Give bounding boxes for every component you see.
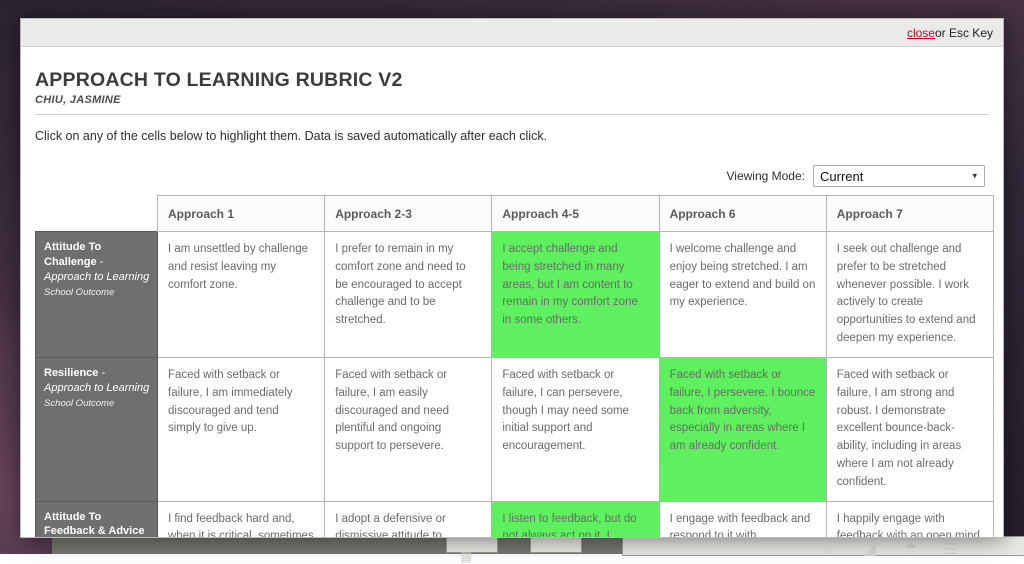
row-header-attitude-to-challenge: Attitude To Challenge - Approach to Lear… xyxy=(36,232,158,358)
rubric-corner-cell xyxy=(36,196,158,232)
rubric-table-body: Attitude To Challenge - Approach to Lear… xyxy=(36,232,994,539)
grid-icon: ▦ xyxy=(460,550,472,563)
rubric-cell-r2-c1[interactable]: Faced with setback or failure, I am imme… xyxy=(158,357,325,501)
column-header-approach-6: Approach 6 xyxy=(659,196,826,232)
rubric-cell-text: Faced with setback or failure, I am easi… xyxy=(335,369,449,452)
rubric-cell-r3-c5[interactable]: I happily engage with feedback with an o… xyxy=(826,501,993,538)
rubric-cell-r1-c3[interactable]: I accept challenge and being stretched i… xyxy=(492,232,659,358)
rubric-cell-r1-c1[interactable]: I am unsettled by challenge and resist l… xyxy=(158,232,325,358)
rubric-cell-text: Faced with setback or failure, I can per… xyxy=(502,369,629,452)
title-block: APPROACH TO LEARNING RUBRIC V2 CHIU, JAS… xyxy=(35,69,989,115)
rubric-cell-r2-c4[interactable]: Faced with setback or failure, I perseve… xyxy=(659,357,826,501)
column-header-approach-2-3: Approach 2-3 xyxy=(325,196,492,232)
row-header-outcome: School Outcome xyxy=(44,287,150,300)
rubric-cell-text: I happily engage with feedback with an o… xyxy=(837,513,980,538)
row-header-outcome: School Outcome xyxy=(44,398,150,411)
column-header-approach-1: Approach 1 xyxy=(158,196,325,232)
rubric-table-head: Approach 1 Approach 2-3 Approach 4-5 App… xyxy=(36,196,994,232)
rubric-cell-text: I listen to feedback, but do not always … xyxy=(502,513,636,538)
underlying-field-b[interactable] xyxy=(530,537,582,553)
rubric-table-wrapper: Approach 1 Approach 2-3 Approach 4-5 App… xyxy=(35,195,989,538)
clock-icon[interactable]: ○ xyxy=(822,542,831,557)
rubric-cell-r3-c2[interactable]: I adopt a defensive or dismissive attitu… xyxy=(325,501,492,538)
title-divider xyxy=(35,114,989,115)
chevron-down-icon: ▾ xyxy=(972,172,977,181)
rubric-cell-r3-c3[interactable]: I listen to feedback, but do not always … xyxy=(492,501,659,538)
viewing-mode-value: Current xyxy=(820,169,863,184)
rubric-cell-r3-c1[interactable]: I find feedback hard and, when it is cri… xyxy=(158,501,325,538)
rubric-row: Attitude To Feedback & Advice - Approach… xyxy=(36,501,994,538)
rubric-cell-text: I welcome challenge and enjoy being stre… xyxy=(670,243,816,308)
rubric-cell-text: Faced with setback or failure, I am imme… xyxy=(168,369,293,434)
bank-icon[interactable]: ☰ xyxy=(944,542,957,557)
row-header-name: Attitude To Challenge xyxy=(44,241,101,268)
rubric-cell-r2-c5[interactable]: Faced with setback or failure, I am stro… xyxy=(826,357,993,501)
column-header-approach-7: Approach 7 xyxy=(826,196,993,232)
modal-header-bar: close or Esc Key xyxy=(21,19,1003,47)
rubric-cell-r1-c5[interactable]: I seek out challenge and prefer to be st… xyxy=(826,232,993,358)
rubric-cell-text: I am unsettled by challenge and resist l… xyxy=(168,243,308,291)
people-icon[interactable]: ☂ xyxy=(904,542,917,557)
instructions-text: Click on any of the cells below to highl… xyxy=(35,129,989,143)
rubric-cell-text: Faced with setback or failure, I am stro… xyxy=(837,369,961,488)
rubric-cell-r1-c4[interactable]: I welcome challenge and enjoy being stre… xyxy=(659,232,826,358)
underlying-app-canvas: ▦ ICT00-2 ○ ◢ ☂ ☰ xyxy=(52,536,1024,554)
rubric-modal: close or Esc Key APPROACH TO LEARNING RU… xyxy=(20,18,1004,538)
rubric-row: Resilience - Approach to LearningSchool … xyxy=(36,357,994,501)
rubric-table: Approach 1 Approach 2-3 Approach 4-5 App… xyxy=(35,195,994,538)
student-name: CHIU, JASMINE xyxy=(35,94,989,106)
rubric-cell-text: I adopt a defensive or dismissive attitu… xyxy=(335,513,469,538)
underlying-app-page: ▦ ICT00-2 ○ ◢ ☂ ☰ xyxy=(52,536,1024,554)
rubric-cell-text: I prefer to remain in my comfort zone an… xyxy=(335,243,465,326)
row-header-area: Approach to Learning xyxy=(44,271,149,283)
rubric-cell-text: Faced with setback or failure, I perseve… xyxy=(670,369,816,452)
row-header-name: Resilience xyxy=(44,367,98,379)
rubric-row: Attitude To Challenge - Approach to Lear… xyxy=(36,232,994,358)
rubric-cell-r1-c2[interactable]: I prefer to remain in my comfort zone an… xyxy=(325,232,492,358)
viewing-mode-label: Viewing Mode: xyxy=(727,169,806,183)
rubric-cell-text: I accept challenge and being stretched i… xyxy=(502,243,638,326)
column-header-approach-4-5: Approach 4-5 xyxy=(492,196,659,232)
row-header-name: Attitude To Feedback & Advice xyxy=(44,511,144,538)
rubric-cell-text: I find feedback hard and, when it is cri… xyxy=(168,513,314,538)
rubric-cell-r3-c4[interactable]: I engage with feedback and respond to it… xyxy=(659,501,826,538)
modal-body: APPROACH TO LEARNING RUBRIC V2 CHIU, JAS… xyxy=(21,47,1003,538)
viewing-mode-row: Viewing Mode: Current ▾ xyxy=(35,165,989,187)
close-hint-text: or Esc Key xyxy=(935,26,993,40)
rubric-cell-r2-c3[interactable]: Faced with setback or failure, I can per… xyxy=(492,357,659,501)
page-title: APPROACH TO LEARNING RUBRIC V2 xyxy=(35,69,989,92)
viewing-mode-select[interactable]: Current ▾ xyxy=(813,165,985,187)
pencil-icon[interactable]: ◢ xyxy=(864,542,876,557)
rubric-cell-text: I engage with feedback and respond to it… xyxy=(670,513,811,538)
rubric-header-row: Approach 1 Approach 2-3 Approach 4-5 App… xyxy=(36,196,994,232)
row-header-attitude-to-feedback-advice: Attitude To Feedback & Advice - Approach… xyxy=(36,501,158,538)
rubric-cell-text: I seek out challenge and prefer to be st… xyxy=(837,243,976,344)
row-header-area: Approach to Learning xyxy=(44,382,149,394)
close-link[interactable]: close xyxy=(907,26,935,40)
row-header-resilience: Resilience - Approach to LearningSchool … xyxy=(36,357,158,501)
rubric-cell-r2-c2[interactable]: Faced with setback or failure, I am easi… xyxy=(325,357,492,501)
